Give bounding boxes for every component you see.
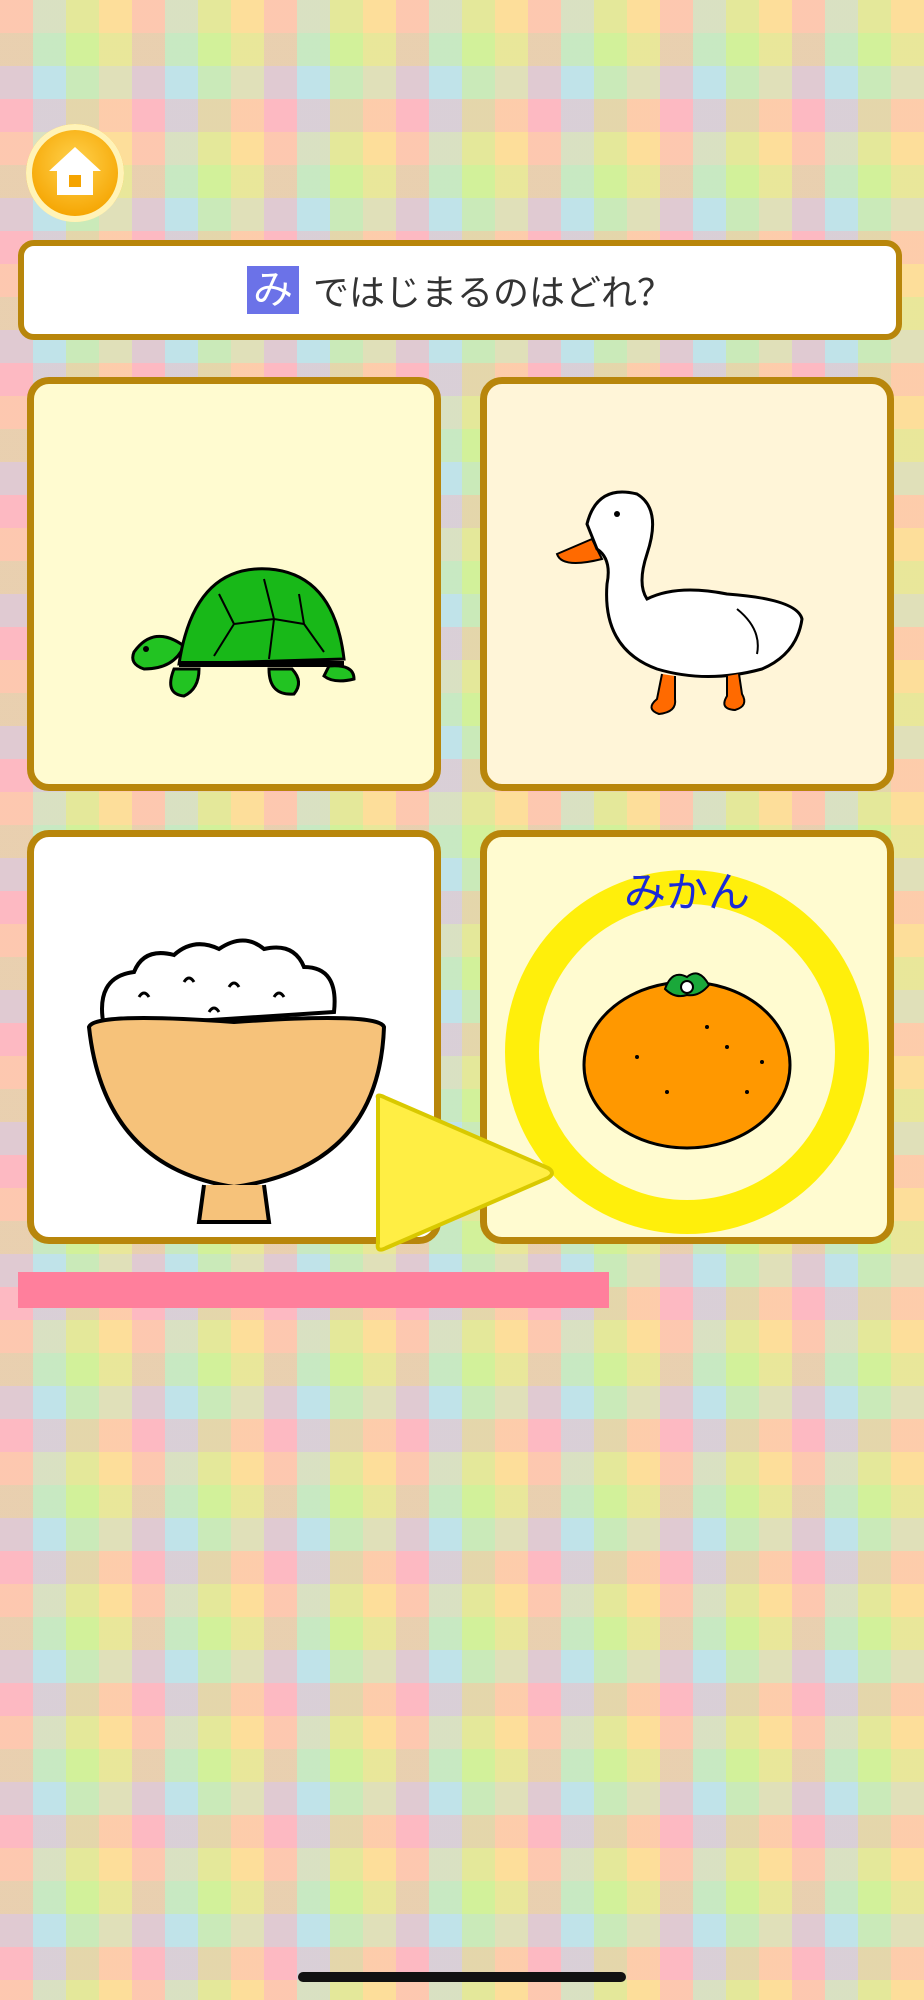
question-target-char: み: [246, 266, 299, 314]
question-bar: み ではじまるのはどれ？: [18, 240, 902, 340]
choice-card-duck[interactable]: [480, 377, 894, 791]
choice-card-turtle[interactable]: [27, 377, 441, 791]
question-text: ではじまるのはどれ？: [312, 273, 673, 314]
progress-bar: [18, 1272, 609, 1308]
duck-icon: [555, 490, 804, 716]
home-indicator: [298, 1972, 626, 1982]
home-button[interactable]: [26, 124, 124, 222]
turtle-icon: [131, 567, 356, 698]
home-icon: [49, 147, 101, 195]
play-arrow-icon[interactable]: [368, 1088, 558, 1258]
answer-label: みかん: [623, 868, 750, 917]
